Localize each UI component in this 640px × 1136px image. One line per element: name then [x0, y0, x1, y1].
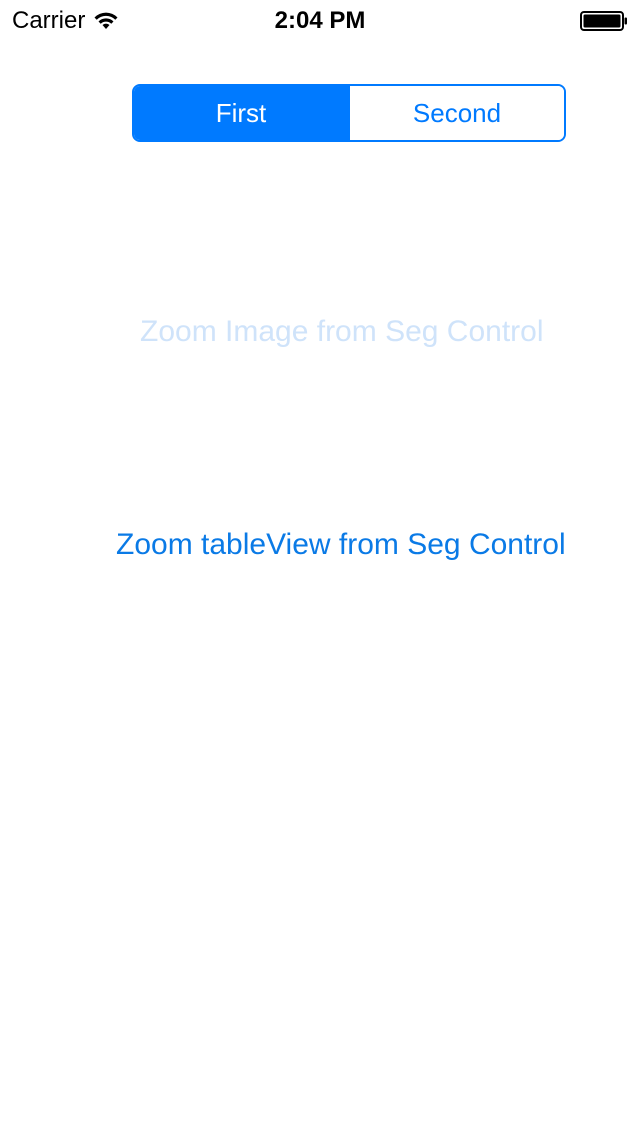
status-time: 2:04 PM [274, 7, 366, 34]
zoom-image-button[interactable]: Zoom Image from Seg Control [140, 314, 640, 350]
status-bar: Carrier 2:04 PM [0, 0, 640, 40]
zoom-tableview-button[interactable]: Zoom tableView from Seg Control [116, 527, 640, 563]
segment-first[interactable]: First [134, 86, 350, 140]
battery-icon [580, 11, 627, 31]
segmented-control: First Second [132, 84, 566, 142]
segment-second[interactable]: Second [350, 86, 564, 140]
